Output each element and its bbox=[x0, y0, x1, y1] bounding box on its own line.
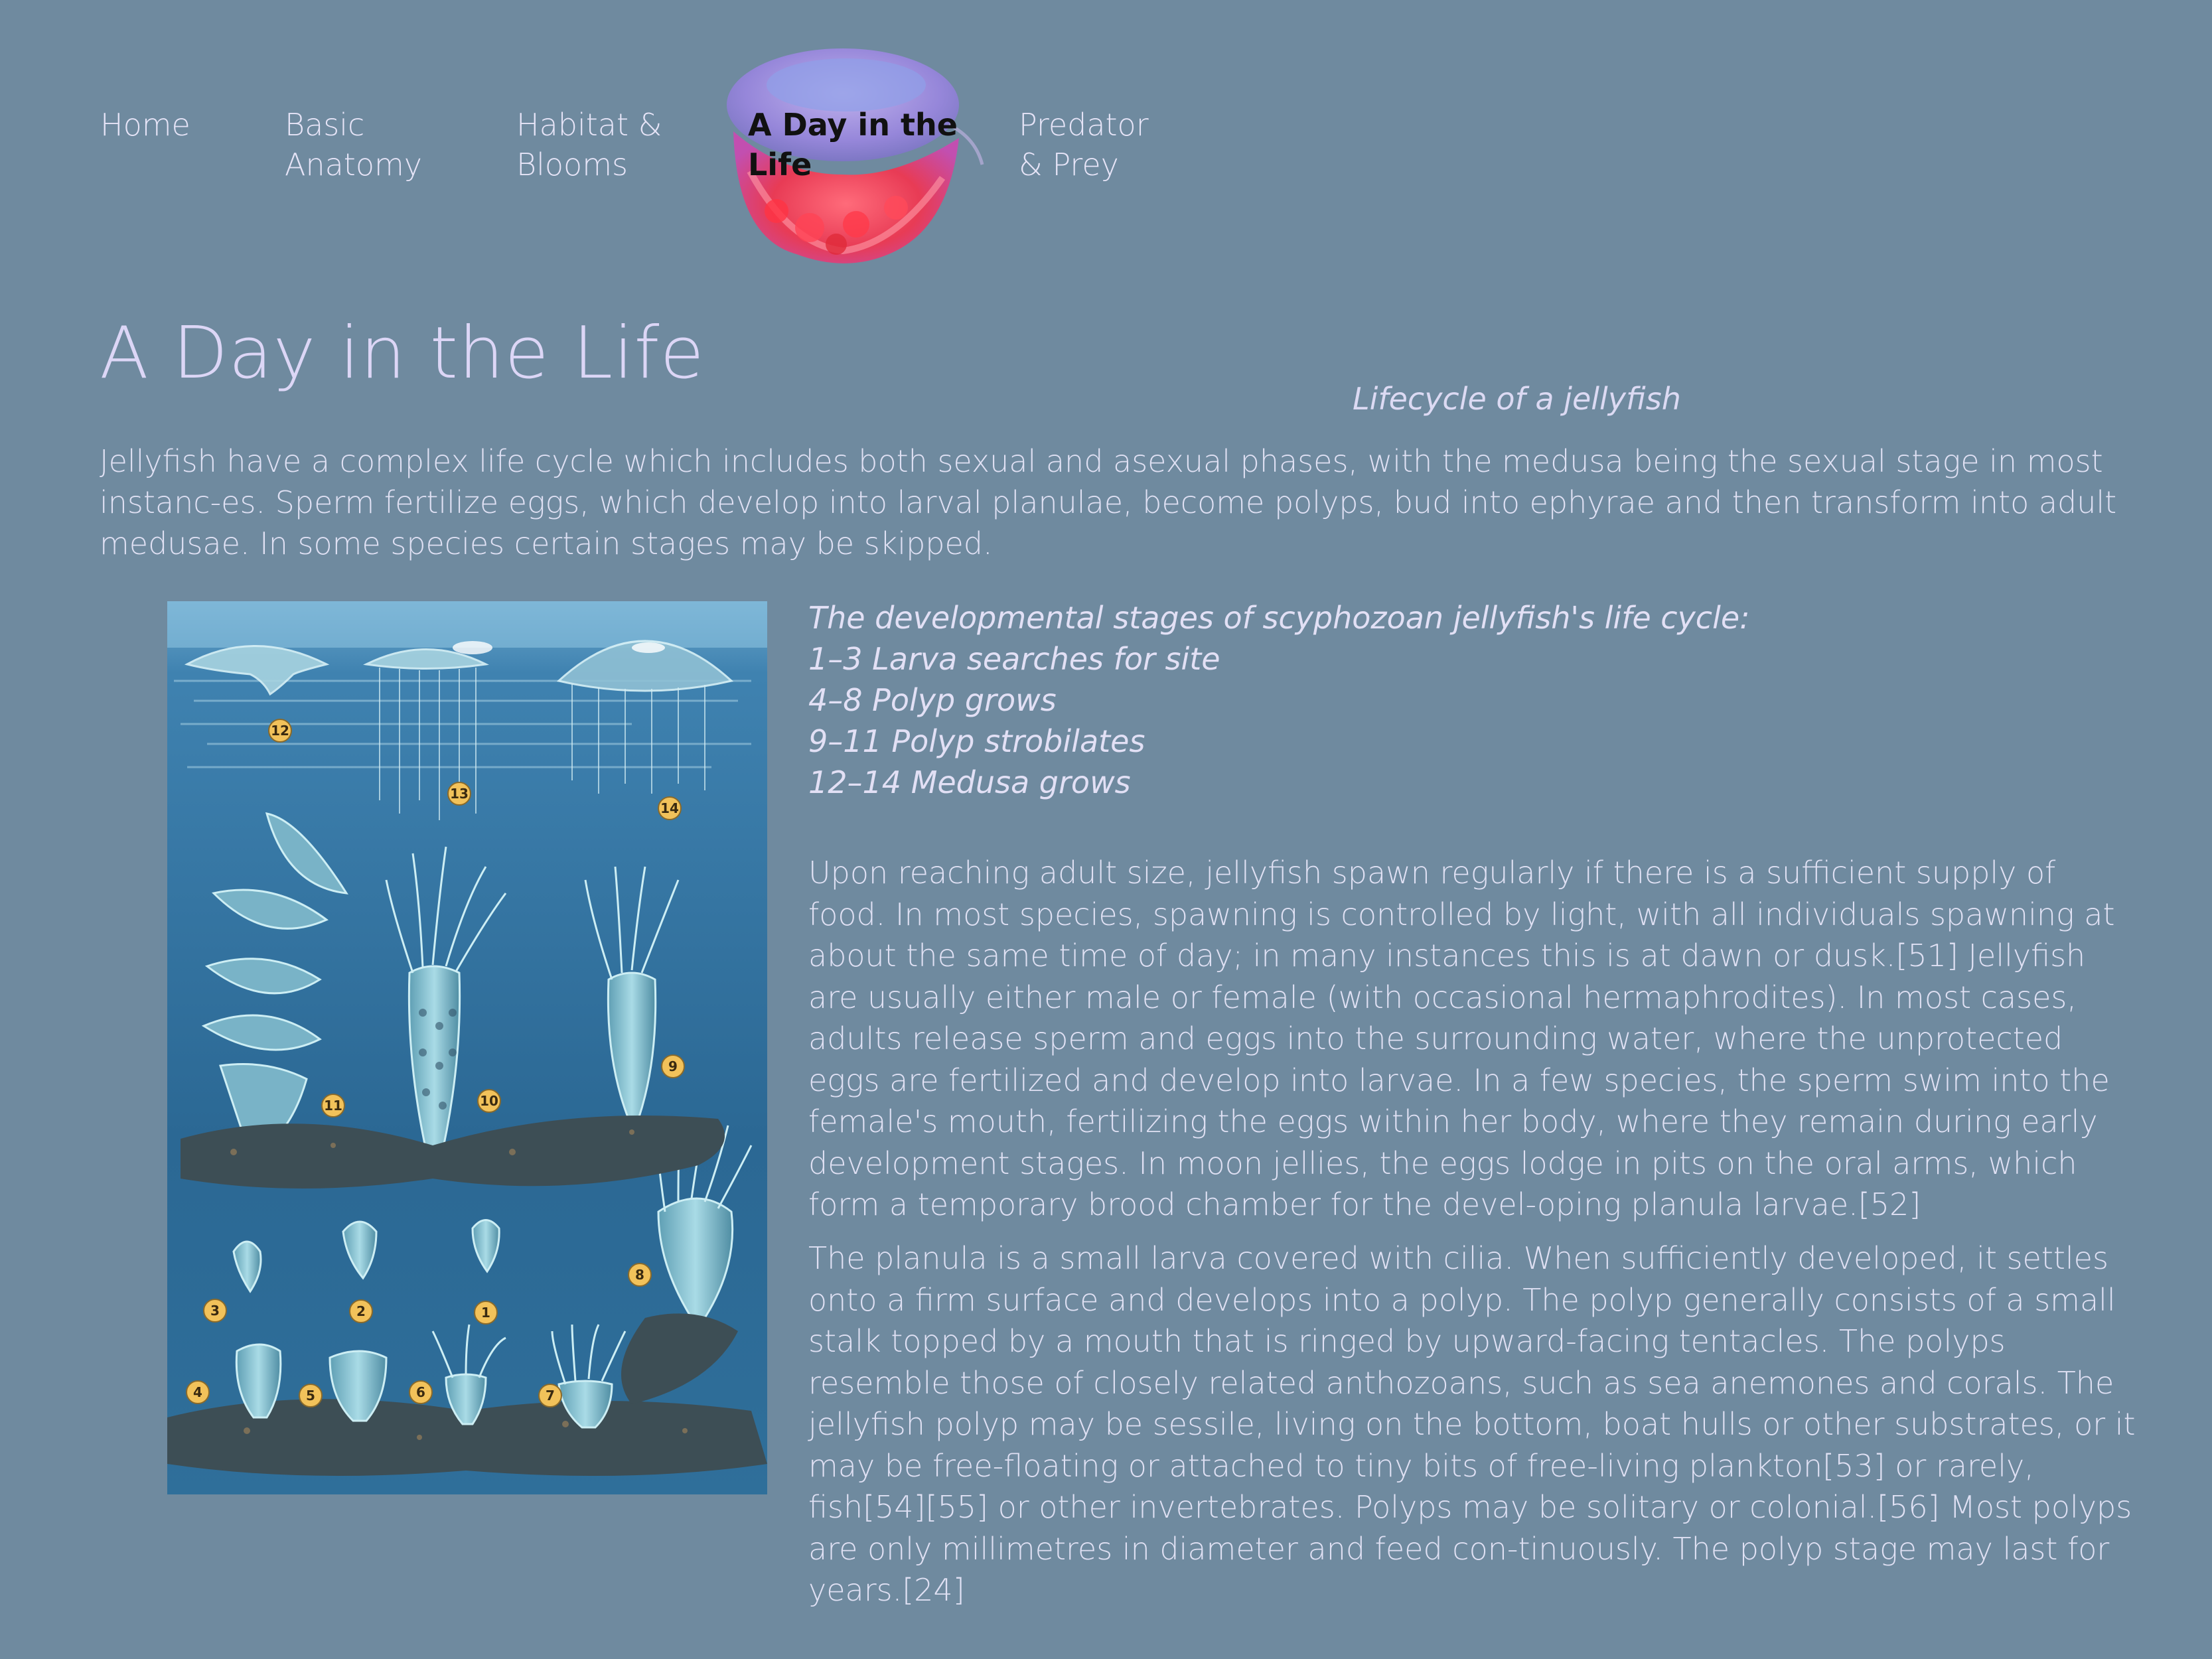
stage-number: 8 bbox=[635, 1267, 644, 1283]
nav-active-label[interactable]: A Day in the Life bbox=[748, 105, 960, 184]
page-title: A Day in the Life bbox=[100, 312, 705, 395]
stage-number: 9 bbox=[668, 1058, 678, 1074]
stage-item: 1–3 Larva searches for site bbox=[808, 641, 1220, 677]
stage-number: 2 bbox=[356, 1303, 366, 1319]
stages-heading: The developmental stages of scyphozoan j… bbox=[808, 600, 1750, 636]
stage-number: 10 bbox=[480, 1093, 498, 1109]
nav-active-item[interactable]: A Day in the Life bbox=[697, 25, 989, 277]
nav-habitat-blooms[interactable]: Habitat & Blooms bbox=[516, 105, 689, 184]
stage-number: 13 bbox=[450, 786, 469, 802]
stages-list: The developmental stages of scyphozoan j… bbox=[808, 597, 2069, 803]
stage-number: 7 bbox=[546, 1388, 555, 1404]
stage-number: 5 bbox=[306, 1388, 315, 1404]
intro-paragraph: Jellyfish have a complex life cycle whic… bbox=[100, 443, 2117, 561]
stage-number: 12 bbox=[271, 723, 289, 739]
stage-number: 4 bbox=[193, 1384, 202, 1400]
stage-number: 11 bbox=[324, 1098, 342, 1114]
nav-basic-anatomy[interactable]: Basic Anatomy bbox=[285, 105, 457, 184]
body-paragraph-spawning: Upon reaching adult size, jellyfish spaw… bbox=[808, 855, 2115, 1222]
lifecycle-illustration: 12 13 14 11 10 9 3 2 1 8 4 5 6 7 bbox=[167, 601, 767, 1494]
stage-item: 4–8 Polyp grows bbox=[808, 682, 1057, 718]
body-paragraph-planula: The planula is a small larva covered wit… bbox=[808, 1240, 2136, 1608]
stage-number: 6 bbox=[416, 1384, 425, 1400]
stage-number: 3 bbox=[210, 1303, 220, 1319]
figure-caption-title: Lifecycle of a jellyfish bbox=[1353, 381, 1681, 417]
nav-home[interactable]: Home bbox=[100, 105, 233, 145]
nav-predator-prey[interactable]: Predator & Prey bbox=[1019, 105, 1191, 184]
stage-item: 12–14 Medusa grows bbox=[808, 764, 1131, 800]
stage-number: 14 bbox=[660, 800, 679, 816]
stage-number: 1 bbox=[481, 1305, 490, 1321]
stage-item: 9–11 Polyp strobilates bbox=[808, 723, 1145, 759]
